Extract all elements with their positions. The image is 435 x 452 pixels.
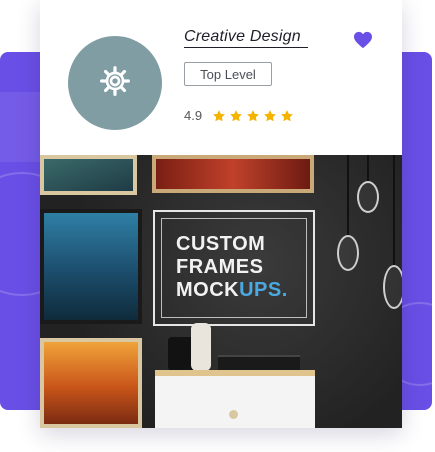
star-icon xyxy=(247,109,259,121)
product-card[interactable]: Creative Design Top Level 4.9 CUSTOM FRA… xyxy=(40,0,402,428)
rating-stars xyxy=(212,109,294,123)
product-title[interactable]: Creative Design xyxy=(184,28,301,46)
mockup-line-3-main: MOCK xyxy=(176,279,240,301)
bulb-cord xyxy=(367,155,369,181)
hanging-bulb xyxy=(383,265,402,309)
title-underline xyxy=(184,47,308,48)
hanging-bulb xyxy=(337,235,359,271)
rating: 4.9 xyxy=(184,108,294,123)
rating-value: 4.9 xyxy=(184,108,203,123)
hanging-bulb xyxy=(357,181,379,213)
frame-artwork xyxy=(40,155,137,195)
mockup-headline: CUSTOM FRAMES MOCKUPS. xyxy=(176,233,288,302)
cabinet-knob xyxy=(229,410,238,419)
frame-artwork xyxy=(40,338,142,428)
star-icon xyxy=(213,109,225,121)
decor-block xyxy=(0,92,40,162)
mockup-text-frame: CUSTOM FRAMES MOCKUPS. xyxy=(153,210,315,326)
product-image[interactable]: CUSTOM FRAMES MOCKUPS. xyxy=(40,155,402,428)
star-icon xyxy=(230,109,242,121)
heart-icon[interactable] xyxy=(353,31,373,49)
cabinet xyxy=(155,370,315,428)
bulb-cord xyxy=(393,155,395,265)
mockup-line-3-accent: UPS. xyxy=(239,279,288,301)
level-badge-button[interactable]: Top Level xyxy=(184,62,272,86)
white-vase xyxy=(191,323,211,371)
bulb-cord xyxy=(347,155,349,235)
mockup-line-3: MOCKUPS. xyxy=(176,279,288,302)
frame-artwork xyxy=(40,209,142,324)
star-icon xyxy=(281,109,293,121)
book-stack xyxy=(218,355,300,371)
gear-icon xyxy=(99,65,131,102)
mockup-line-1: CUSTOM xyxy=(176,233,266,255)
mockup-line-2: FRAMES xyxy=(176,256,264,278)
avatar xyxy=(68,36,162,130)
frame-artwork xyxy=(152,155,314,193)
star-icon xyxy=(264,109,276,121)
